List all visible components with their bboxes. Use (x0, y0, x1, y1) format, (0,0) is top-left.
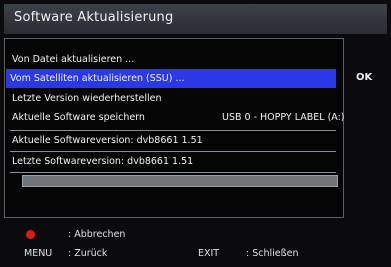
menu-key-action: : Zurück (68, 248, 108, 259)
menu-item-update-from-file[interactable]: Von Datei aktualisieren ... (8, 50, 336, 69)
menu-key-label: MENU (24, 248, 53, 259)
ok-button-hint: OK (356, 72, 373, 83)
red-key-action: : Abbrechen (68, 229, 126, 240)
last-version-text: Letzte Softwareversion: dvb8661 1.51 (12, 156, 194, 167)
divider (10, 172, 336, 173)
last-version-row: Letzte Softwareversion: dvb8661 1.51 (8, 152, 336, 171)
current-version-row: Aktuelle Softwareversion: dvb8661 1.51 (8, 131, 336, 150)
title-bar: Software Aktualisierung (4, 4, 387, 34)
update-progress-bar (22, 175, 338, 187)
menu-item-label: Von Datei aktualisieren ... (12, 54, 135, 65)
menu-item-restore-last-version[interactable]: Letzte Version wiederherstellen (8, 89, 336, 108)
menu-item-label: Aktuelle Software speichern (12, 112, 145, 123)
menu-item-label: Vom Satelliten aktualisieren (SSU) ... (10, 73, 185, 84)
exit-key-label: EXIT (198, 248, 220, 259)
page-title: Software Aktualisierung (14, 10, 174, 25)
update-screen: Software Aktualisierung Von Datei aktual… (0, 0, 391, 267)
storage-target-value: USB 0 - HOPPY LABEL (A:) (222, 112, 345, 123)
menu-item-update-from-satellite[interactable]: Vom Satelliten aktualisieren (SSU) ... (6, 69, 336, 88)
current-version-text: Aktuelle Softwareversion: dvb8661 1.51 (12, 135, 203, 146)
menu-item-save-current-software[interactable]: Aktuelle Software speichern USB 0 - HOPP… (8, 108, 345, 127)
menu-item-label: Letzte Version wiederherstellen (12, 93, 162, 104)
red-key-icon (26, 230, 35, 239)
exit-key-action: : Schließen (246, 248, 299, 259)
